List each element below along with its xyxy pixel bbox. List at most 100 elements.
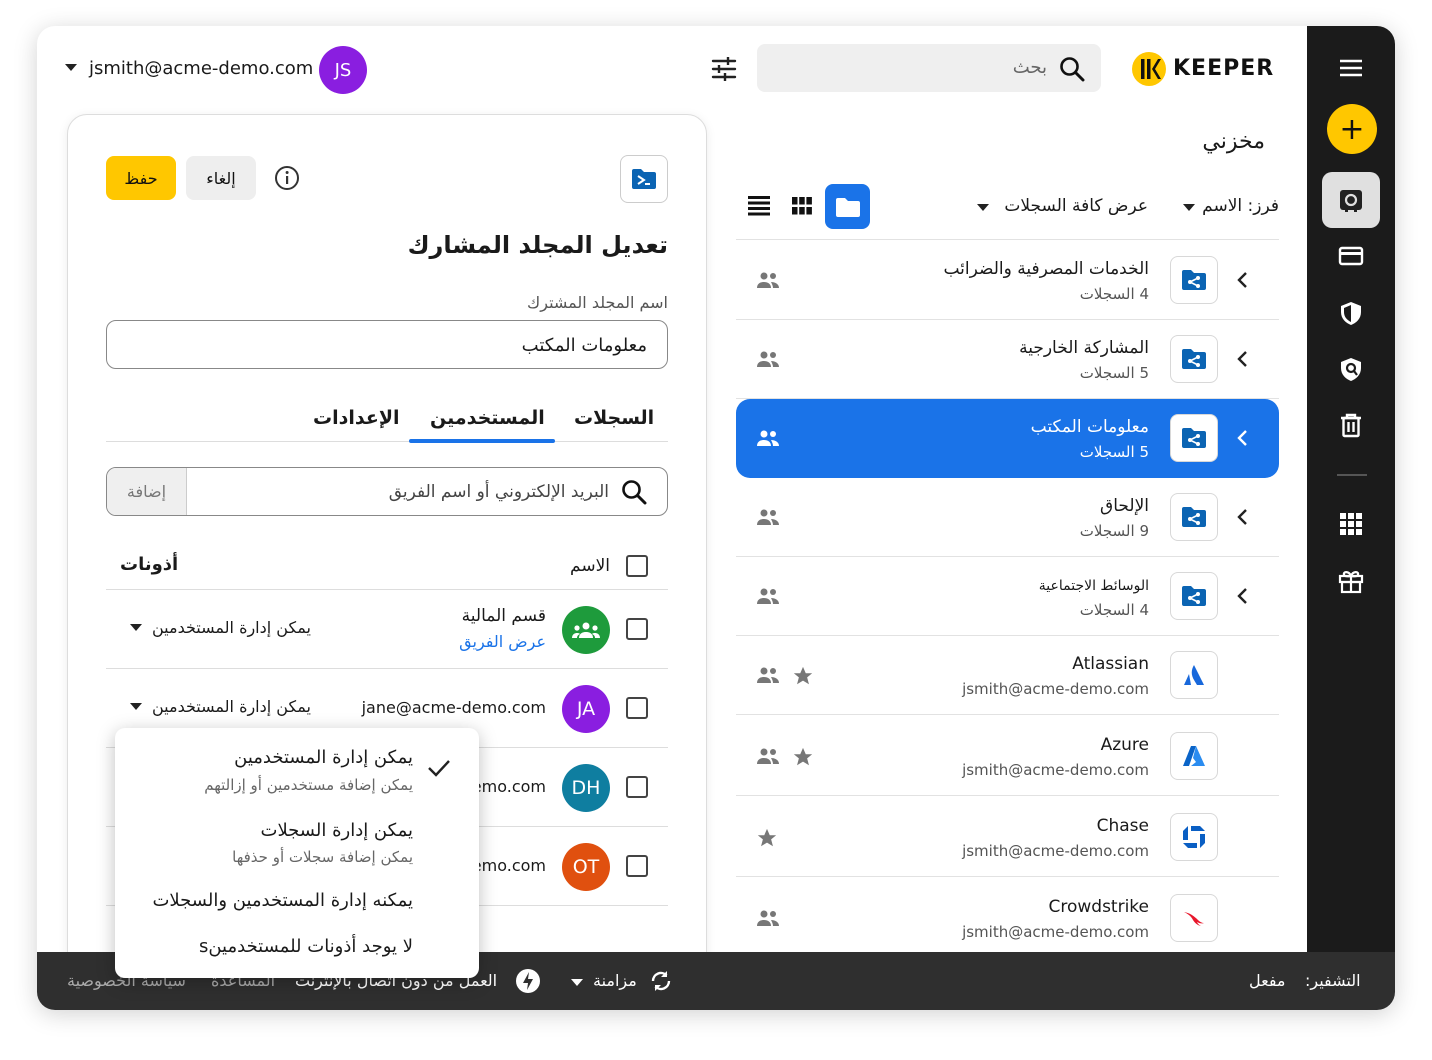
vault-row[interactable]: الخدمات المصرفية والضرائب 4 السجلات bbox=[736, 241, 1279, 320]
vault-icon[interactable] bbox=[1322, 172, 1380, 228]
row-title: الخدمات المصرفية والضرائب bbox=[943, 259, 1149, 279]
row-title: Chase bbox=[1096, 816, 1149, 836]
add-button[interactable]: إضافة bbox=[107, 468, 187, 515]
user-menu[interactable]: jsmith@acme-demo.com JS bbox=[65, 46, 375, 94]
cancel-button[interactable]: إلغاء bbox=[186, 156, 256, 200]
user-email: emo.com bbox=[471, 856, 546, 875]
breachwatch-icon[interactable] bbox=[1322, 341, 1380, 397]
chevron-down-icon bbox=[1183, 204, 1195, 211]
view-team-link[interactable]: عرض الفريق bbox=[459, 632, 546, 651]
sync-button[interactable]: مزامنة bbox=[569, 967, 673, 995]
tab-records[interactable]: السجلات bbox=[574, 407, 654, 429]
row-subtitle: 5 السجلات bbox=[1079, 364, 1149, 382]
permission-value: يمكن إدارة المستخدمين bbox=[152, 697, 311, 716]
rail-divider bbox=[1337, 474, 1367, 476]
menu-item-manage-both[interactable]: يمكنه إدارة المستخدمين والسجلات bbox=[115, 880, 479, 924]
folder-name-label: اسم المجلد المشترك bbox=[527, 293, 668, 312]
tab-users[interactable]: المستخدمين bbox=[430, 407, 545, 429]
keeper-logo: KEEPER bbox=[1131, 51, 1281, 87]
trash-icon[interactable] bbox=[1322, 397, 1380, 453]
permission-select[interactable]: يمكن إدارة المستخدمين bbox=[130, 616, 320, 640]
user-checkbox[interactable] bbox=[626, 776, 648, 798]
permission-value: يمكن إدارة المستخدمين bbox=[152, 618, 311, 637]
user-search-box: إضافة البريد الإلكتروني أو اسم الفريق bbox=[106, 467, 668, 516]
row-subtitle: jsmith@acme-demo.com bbox=[962, 680, 1149, 698]
vault-row[interactable]: المشاركة الخارجية 5 السجلات bbox=[736, 320, 1279, 399]
vault-row-selected[interactable]: معلومات المكتب 5 السجلات bbox=[736, 399, 1279, 478]
brand-name: KEEPER bbox=[1173, 56, 1275, 81]
crowdstrike-logo-icon bbox=[1184, 912, 1204, 926]
tab-settings[interactable]: الإعدادات bbox=[313, 407, 399, 429]
lightning-icon bbox=[515, 968, 541, 998]
menu-item-manage-records[interactable]: يمكن إدارة السجلات يمكن إضافة سجلات أو ح… bbox=[115, 808, 479, 874]
vault-title: مخزني bbox=[1202, 129, 1265, 154]
row-title: Crowdstrike bbox=[1048, 897, 1149, 917]
star-icon[interactable] bbox=[756, 827, 778, 849]
row-title: Azure bbox=[1100, 735, 1149, 755]
list-view-icon[interactable] bbox=[748, 196, 770, 220]
sort-dropdown[interactable]: فرز: الاسم bbox=[1183, 196, 1279, 220]
chevron-right-icon[interactable] bbox=[1232, 506, 1254, 528]
chevron-right-icon[interactable] bbox=[1232, 427, 1254, 449]
side-rail: + bbox=[1307, 26, 1395, 952]
row-subtitle: 5 السجلات bbox=[1079, 443, 1149, 461]
row-subtitle: jsmith@acme-demo.com bbox=[962, 842, 1149, 860]
folder-name-field[interactable]: معلومات المكتب bbox=[106, 320, 668, 369]
user-row: قسم المالية عرض الفريق يمكن إدارة المستخدم… bbox=[106, 590, 668, 669]
atlassian-logo-icon bbox=[1184, 665, 1204, 685]
users-table-header: أذونات الاسم bbox=[106, 542, 668, 590]
chevron-down-icon bbox=[977, 204, 989, 211]
shared-users-icon bbox=[756, 429, 780, 447]
row-title: المشاركة الخارجية bbox=[1019, 338, 1149, 358]
menu-item-no-permissions[interactable]: لا يوجد أذونات للمستخدمينs bbox=[115, 928, 479, 972]
grid-view-icon[interactable] bbox=[792, 197, 812, 219]
row-subtitle: 4 السجلات bbox=[1079, 285, 1149, 303]
filter-dropdown[interactable]: عرض كافة السجلات bbox=[977, 196, 1152, 220]
security-shield-icon[interactable] bbox=[1322, 285, 1380, 341]
filter-label: عرض كافة السجلات bbox=[1004, 196, 1148, 216]
select-all-checkbox[interactable] bbox=[626, 555, 648, 577]
chevron-right-icon[interactable] bbox=[1232, 585, 1254, 607]
vault-row[interactable]: Chase jsmith@acme-demo.com bbox=[736, 798, 1279, 877]
user-checkbox[interactable] bbox=[626, 855, 648, 877]
search-placeholder: بحث bbox=[1012, 57, 1047, 78]
avatar: JS bbox=[319, 46, 367, 94]
star-icon[interactable] bbox=[792, 746, 814, 768]
shared-users-icon bbox=[756, 508, 780, 526]
save-button[interactable]: حفظ bbox=[106, 156, 176, 200]
user-search-input[interactable]: البريد الإلكتروني أو اسم الفريق bbox=[389, 482, 609, 502]
user-email: jsmith@acme-demo.com bbox=[89, 58, 314, 79]
user-checkbox[interactable] bbox=[626, 618, 648, 640]
chevron-down-icon bbox=[130, 703, 142, 710]
shared-users-icon bbox=[756, 271, 780, 289]
vault-row[interactable]: Atlassian jsmith@acme-demo.com bbox=[736, 636, 1279, 715]
vault-row[interactable]: Azure jsmith@acme-demo.com bbox=[736, 717, 1279, 796]
search-input[interactable]: بحث bbox=[757, 44, 1101, 92]
folder-view-button[interactable] bbox=[825, 184, 870, 229]
payment-card-icon[interactable] bbox=[1322, 228, 1380, 284]
menu-icon[interactable] bbox=[1322, 40, 1380, 96]
user-avatar: OT bbox=[562, 843, 610, 891]
vault-row[interactable]: Crowdstrike jsmith@acme-demo.com bbox=[736, 879, 1279, 958]
chevron-right-icon[interactable] bbox=[1232, 348, 1254, 370]
shared-users-icon bbox=[756, 350, 780, 368]
name-column-header: الاسم bbox=[570, 556, 610, 576]
add-record-button[interactable]: + bbox=[1327, 104, 1377, 154]
user-checkbox[interactable] bbox=[626, 697, 648, 719]
record-icon-box bbox=[1170, 651, 1218, 699]
list-divider bbox=[736, 239, 1279, 240]
vault-row[interactable]: الوسائط الاجتماعية 4 السجلات bbox=[736, 557, 1279, 636]
vault-row[interactable]: الإلحاق 9 السجلات bbox=[736, 478, 1279, 557]
apps-grid-icon[interactable] bbox=[1322, 496, 1380, 552]
filter-sliders-icon[interactable] bbox=[711, 56, 737, 82]
permission-select[interactable]: يمكن إدارة المستخدمين bbox=[130, 695, 320, 719]
menu-item-manage-users[interactable]: يمكن إدارة المستخدمين يمكن إضافة مستخدمي… bbox=[115, 728, 479, 800]
gift-icon[interactable] bbox=[1322, 553, 1380, 609]
record-icon-box bbox=[1170, 894, 1218, 942]
chevron-right-icon[interactable] bbox=[1232, 269, 1254, 291]
star-icon[interactable] bbox=[792, 665, 814, 687]
info-icon[interactable] bbox=[274, 165, 300, 195]
shared-folder-icon bbox=[1182, 428, 1206, 448]
shared-folder-icon bbox=[1182, 586, 1206, 606]
shared-users-icon bbox=[756, 747, 780, 765]
